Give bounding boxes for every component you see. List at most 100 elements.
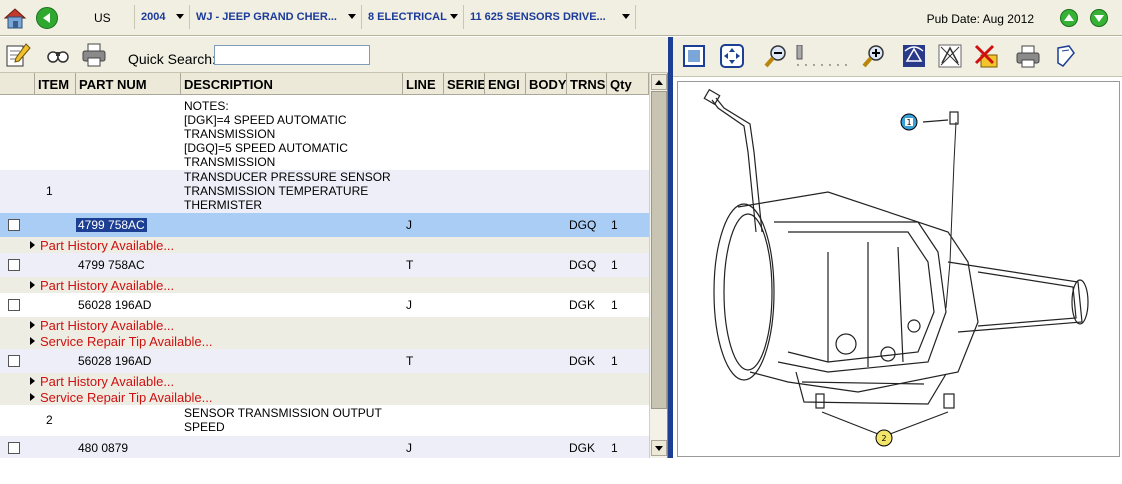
pub-date-label: Pub Date: Aug 2012 (926, 12, 1034, 26)
row-checkbox[interactable] (8, 259, 20, 271)
binoculars-icon[interactable] (44, 41, 72, 69)
trns-value: DGK (569, 298, 596, 312)
zoom-in-icon[interactable] (861, 43, 887, 69)
scroll-down-button[interactable] (651, 440, 667, 456)
part-history-link[interactable]: Part History Available... (30, 318, 174, 333)
callout-2[interactable]: 2 (875, 429, 893, 447)
table-row[interactable]: 480 0879 J DGK 1 (0, 436, 649, 458)
diagram-panel: 1 2 (673, 37, 1122, 458)
column-header-series[interactable]: SERIE (444, 73, 485, 95)
row-checkbox[interactable] (8, 355, 20, 367)
print-icon[interactable] (1015, 43, 1041, 69)
triangle-right-icon (30, 241, 35, 249)
fit-page-icon[interactable] (681, 43, 707, 69)
service-repair-tip-link[interactable]: Service Repair Tip Available... (30, 390, 212, 405)
print-icon[interactable] (80, 41, 108, 69)
chevron-down-icon (622, 14, 630, 19)
parts-table-body: NOTES: [DGK]=4 SPEED AUTOMATIC TRANSMISS… (0, 95, 649, 458)
arrow-up-icon[interactable] (1060, 9, 1078, 27)
rotate-icon[interactable] (901, 43, 927, 69)
line-value: T (406, 354, 414, 368)
model-dropdown[interactable]: WJ - JEEP GRAND CHER... (190, 5, 362, 29)
part-number[interactable]: 4799 758AC (76, 218, 147, 232)
table-row[interactable]: 56028 196AD J DGK 1 (0, 293, 649, 317)
line-value: J (406, 441, 412, 455)
list-item: Service Repair Tip Available... (0, 333, 649, 349)
quick-search-input[interactable] (214, 45, 370, 65)
triangle-right-icon (30, 377, 35, 385)
country-label: US (94, 11, 111, 25)
item-description: SENSOR TRANSMISSION OUTPUT SPEED (184, 406, 382, 434)
trns-value: DGK (569, 441, 596, 455)
column-header-description[interactable]: DESCRIPTION (181, 73, 403, 95)
column-header-engine[interactable]: ENGI (485, 73, 526, 95)
row-checkbox[interactable] (8, 299, 20, 311)
trns-value: DGQ (569, 258, 597, 272)
part-number[interactable]: 4799 758AC (78, 258, 145, 272)
item-number: 2 (46, 413, 53, 427)
year-dropdown[interactable]: 2004 (134, 5, 190, 29)
callouts-icon[interactable] (937, 43, 963, 69)
notes-text: NOTES: [DGK]=4 SPEED AUTOMATIC TRANSMISS… (184, 99, 348, 169)
trns-value: DGQ (569, 218, 597, 232)
callout-1[interactable]: 1 (900, 113, 918, 131)
service-repair-tip-link[interactable]: Service Repair Tip Available... (30, 334, 212, 349)
list-item: Part History Available... (0, 373, 649, 389)
notes-row: NOTES: [DGK]=4 SPEED AUTOMATIC TRANSMISS… (0, 95, 649, 170)
line-value: J (406, 218, 412, 232)
bookmark-icon[interactable] (1053, 43, 1079, 69)
chevron-down-icon (655, 446, 663, 451)
part-history-link[interactable]: Part History Available... (30, 278, 174, 293)
subgroup-dropdown-value: 11 625 SENSORS DRIVE... (470, 11, 606, 23)
arrow-down-icon[interactable] (1090, 9, 1108, 27)
parts-list-panel: Quick Search: ITEM PART NUM DESCRIPTION … (0, 37, 668, 458)
column-header-item[interactable]: ITEM (35, 73, 76, 95)
column-header-part-num[interactable]: PART NUM (76, 73, 181, 95)
transmission-illustration[interactable]: 1 2 (678, 82, 1119, 456)
zoom-slider[interactable] (795, 45, 855, 69)
scrollbar-thumb[interactable] (651, 91, 667, 409)
group-dropdown[interactable]: 8 ELECTRICAL (362, 5, 464, 29)
part-number[interactable]: 480 0879 (78, 441, 128, 455)
model-dropdown-value: WJ - JEEP GRAND CHER... (196, 11, 337, 23)
diagram-toolbar (673, 37, 1122, 77)
column-header-line[interactable]: LINE (403, 73, 444, 95)
row-checkbox[interactable] (8, 219, 20, 231)
svg-text:2: 2 (881, 434, 886, 443)
row-checkbox[interactable] (8, 442, 20, 454)
vertical-scrollbar[interactable] (649, 73, 667, 458)
list-item: Part History Available... (0, 277, 649, 293)
part-history-link[interactable]: Part History Available... (30, 374, 174, 389)
svg-text:1: 1 (906, 118, 911, 127)
chevron-down-icon (348, 14, 356, 19)
notes-icon[interactable] (4, 41, 32, 69)
column-header-select[interactable] (0, 73, 35, 95)
subgroup-dropdown[interactable]: 11 625 SENSORS DRIVE... (464, 5, 636, 29)
quick-search-label: Quick Search: (128, 51, 216, 67)
home-icon[interactable] (3, 6, 27, 30)
triangle-right-icon (30, 337, 35, 345)
parts-diagram[interactable]: 1 2 (677, 81, 1120, 457)
fit-window-icon[interactable] (719, 43, 745, 69)
triangle-right-icon (30, 321, 35, 329)
back-icon[interactable] (36, 7, 58, 29)
table-row[interactable]: 4799 758AC J DGQ 1 (0, 213, 649, 237)
zoom-out-icon[interactable] (763, 43, 789, 69)
item-row: 2 SENSOR TRANSMISSION OUTPUT SPEED (0, 405, 649, 436)
part-history-link[interactable]: Part History Available... (30, 238, 174, 253)
triangle-right-icon (30, 393, 35, 401)
part-number[interactable]: 56028 196AD (78, 354, 151, 368)
scroll-up-button[interactable] (651, 74, 667, 90)
column-header-qty[interactable]: Qty (607, 73, 649, 95)
qty-value: 1 (611, 258, 618, 272)
chevron-down-icon (450, 14, 458, 19)
column-header-trns[interactable]: TRNS (567, 73, 607, 95)
chevron-up-icon (655, 80, 663, 85)
table-row[interactable]: 56028 196AD T DGK 1 (0, 349, 649, 373)
chevron-down-icon (176, 14, 184, 19)
list-item: Part History Available... (0, 237, 649, 253)
column-header-body[interactable]: BODY (526, 73, 567, 95)
remove-highlight-icon[interactable] (973, 43, 999, 69)
table-row[interactable]: 4799 758AC T DGQ 1 (0, 253, 649, 277)
part-number[interactable]: 56028 196AD (78, 298, 151, 312)
